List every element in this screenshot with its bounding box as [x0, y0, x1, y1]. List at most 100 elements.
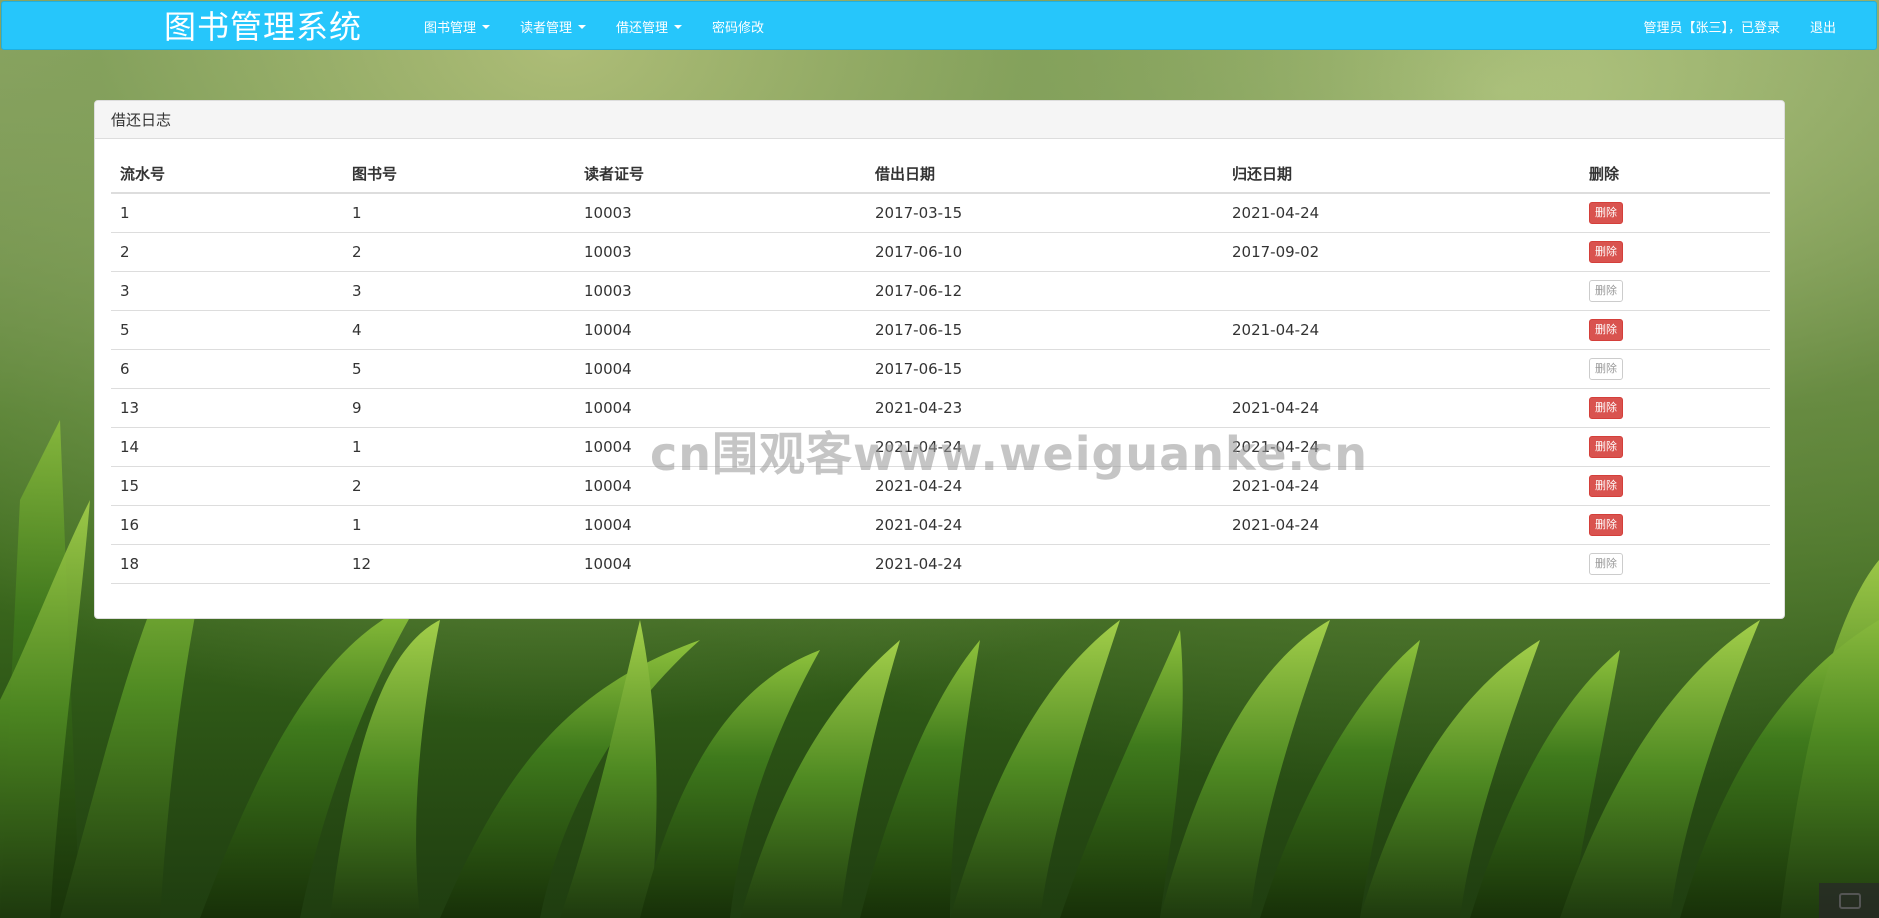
cell-lend-date: 2017-06-12: [866, 271, 1223, 311]
cell-lend-date: 2021-04-24: [866, 544, 1223, 584]
delete-button[interactable]: 删除: [1589, 435, 1623, 458]
cell-reader: 10004: [575, 466, 866, 506]
cell-lend-date: 2017-03-15: [866, 193, 1223, 233]
cell-reader: 10004: [575, 310, 866, 350]
cell-serial: 6: [111, 349, 343, 389]
cell-return-date: 2021-04-24: [1223, 193, 1580, 233]
cell-delete: 删除: [1580, 310, 1770, 350]
cell-lend-date: 2017-06-10: [866, 232, 1223, 272]
menu-label: 读者管理: [520, 21, 573, 36]
cell-delete: 删除: [1580, 349, 1770, 389]
cell-delete: 删除: [1580, 505, 1770, 545]
delete-button[interactable]: 删除: [1589, 552, 1623, 575]
menu-label: 图书管理: [424, 21, 477, 36]
cell-delete: 删除: [1580, 466, 1770, 506]
panel-title: 借还日志: [95, 101, 1784, 139]
cell-lend-date: 2017-06-15: [866, 349, 1223, 389]
cell-serial: 2: [111, 232, 343, 272]
cell-return-date: 2017-09-02: [1223, 232, 1580, 272]
menu-label: 密码修改: [712, 21, 765, 36]
column-header: 借出日期: [866, 155, 1223, 194]
menu-change-password[interactable]: 密码修改: [712, 17, 764, 36]
caret-down-icon: [674, 24, 683, 29]
cell-lend-date: 2021-04-24: [866, 466, 1223, 506]
lend-log-table: 流水号 图书号 读者证号 借出日期 归还日期 删除 1 1 10003 2017-03…: [111, 155, 1770, 584]
menu-book-management[interactable]: 图书管理: [424, 17, 491, 36]
caret-down-icon: [482, 24, 491, 29]
cell-return-date: [1223, 271, 1580, 311]
cell-return-date: 2021-04-24: [1223, 310, 1580, 350]
cell-return-date: 2021-04-24: [1223, 505, 1580, 545]
table-body: 1 1 10003 2017-03-15 2021-04-24 删除 2 2 10003 2017…: [111, 193, 1770, 584]
cell-book: 9: [343, 388, 575, 428]
cell-book: 3: [343, 271, 575, 311]
main-menu: 图书管理 读者管理 借还管理 密码修改: [424, 2, 794, 51]
delete-button[interactable]: 删除: [1589, 357, 1623, 380]
delete-button[interactable]: 删除: [1589, 318, 1623, 341]
table-row: 16 1 10004 2021-04-24 2021-04-24 删除: [111, 505, 1770, 545]
logout-link[interactable]: 退出: [1810, 17, 1836, 36]
cell-return-date: 2021-04-24: [1223, 388, 1580, 428]
cell-book: 1: [343, 193, 575, 233]
cell-return-date: 2021-04-24: [1223, 466, 1580, 506]
cell-book: 1: [343, 427, 575, 467]
column-header: 流水号: [111, 155, 343, 194]
cell-book: 4: [343, 310, 575, 350]
column-header: 删除: [1580, 155, 1770, 194]
cell-return-date: [1223, 544, 1580, 584]
table-row: 3 3 10003 2017-06-12 删除: [111, 271, 1770, 311]
user-status[interactable]: 管理员【张三】，已登录: [1643, 17, 1780, 36]
video-widget[interactable]: [1819, 883, 1879, 918]
cell-delete: 删除: [1580, 427, 1770, 467]
cell-serial: 16: [111, 505, 343, 545]
table-row: 18 12 10004 2021-04-24 删除: [111, 544, 1770, 584]
menu-lend-return-management[interactable]: 借还管理: [616, 17, 683, 36]
cell-reader: 10004: [575, 388, 866, 428]
delete-button[interactable]: 删除: [1589, 513, 1623, 536]
cell-reader: 10003: [575, 232, 866, 272]
cell-book: 2: [343, 466, 575, 506]
menu-reader-management[interactable]: 读者管理: [520, 17, 587, 36]
cell-book: 2: [343, 232, 575, 272]
cell-serial: 18: [111, 544, 343, 584]
delete-button[interactable]: 删除: [1589, 201, 1623, 224]
cell-reader: 10004: [575, 544, 866, 584]
caret-down-icon: [578, 24, 587, 29]
table-header-row: 流水号 图书号 读者证号 借出日期 归还日期 删除: [111, 155, 1770, 194]
play-icon: [1839, 893, 1861, 909]
cell-serial: 14: [111, 427, 343, 467]
cell-lend-date: 2021-04-24: [866, 427, 1223, 467]
brand-title[interactable]: 图书管理系统: [164, 7, 362, 47]
table-row: 6 5 10004 2017-06-15 删除: [111, 349, 1770, 389]
cell-book: 12: [343, 544, 575, 584]
delete-button[interactable]: 删除: [1589, 240, 1623, 263]
cell-lend-date: 2021-04-23: [866, 388, 1223, 428]
delete-button[interactable]: 删除: [1589, 474, 1623, 497]
cell-return-date: [1223, 349, 1580, 389]
lend-log-panel: 借还日志 流水号 图书号 读者证号 借出日期 归还日期 删除 1 1 10003 20…: [94, 100, 1785, 619]
cell-lend-date: 2017-06-15: [866, 310, 1223, 350]
cell-serial: 15: [111, 466, 343, 506]
cell-serial: 5: [111, 310, 343, 350]
cell-delete: 删除: [1580, 271, 1770, 311]
cell-reader: 10004: [575, 349, 866, 389]
cell-book: 5: [343, 349, 575, 389]
cell-delete: 删除: [1580, 232, 1770, 272]
column-header: 读者证号: [575, 155, 866, 194]
top-navbar: 图书管理系统 图书管理 读者管理 借还管理 密码修改 管理员【张三】，已登录 退…: [1, 1, 1877, 50]
column-header: 图书号: [343, 155, 575, 194]
cell-delete: 删除: [1580, 544, 1770, 584]
cell-serial: 13: [111, 388, 343, 428]
cell-lend-date: 2021-04-24: [866, 505, 1223, 545]
cell-serial: 3: [111, 271, 343, 311]
table-row: 15 2 10004 2021-04-24 2021-04-24 删除: [111, 466, 1770, 506]
delete-button[interactable]: 删除: [1589, 396, 1623, 419]
cell-serial: 1: [111, 193, 343, 233]
cell-return-date: 2021-04-24: [1223, 427, 1580, 467]
cell-reader: 10004: [575, 505, 866, 545]
column-header: 归还日期: [1223, 155, 1580, 194]
table-row: 2 2 10003 2017-06-10 2017-09-02 删除: [111, 232, 1770, 272]
menu-label: 借还管理: [616, 21, 669, 36]
delete-button[interactable]: 删除: [1589, 279, 1623, 302]
cell-reader: 10004: [575, 427, 866, 467]
